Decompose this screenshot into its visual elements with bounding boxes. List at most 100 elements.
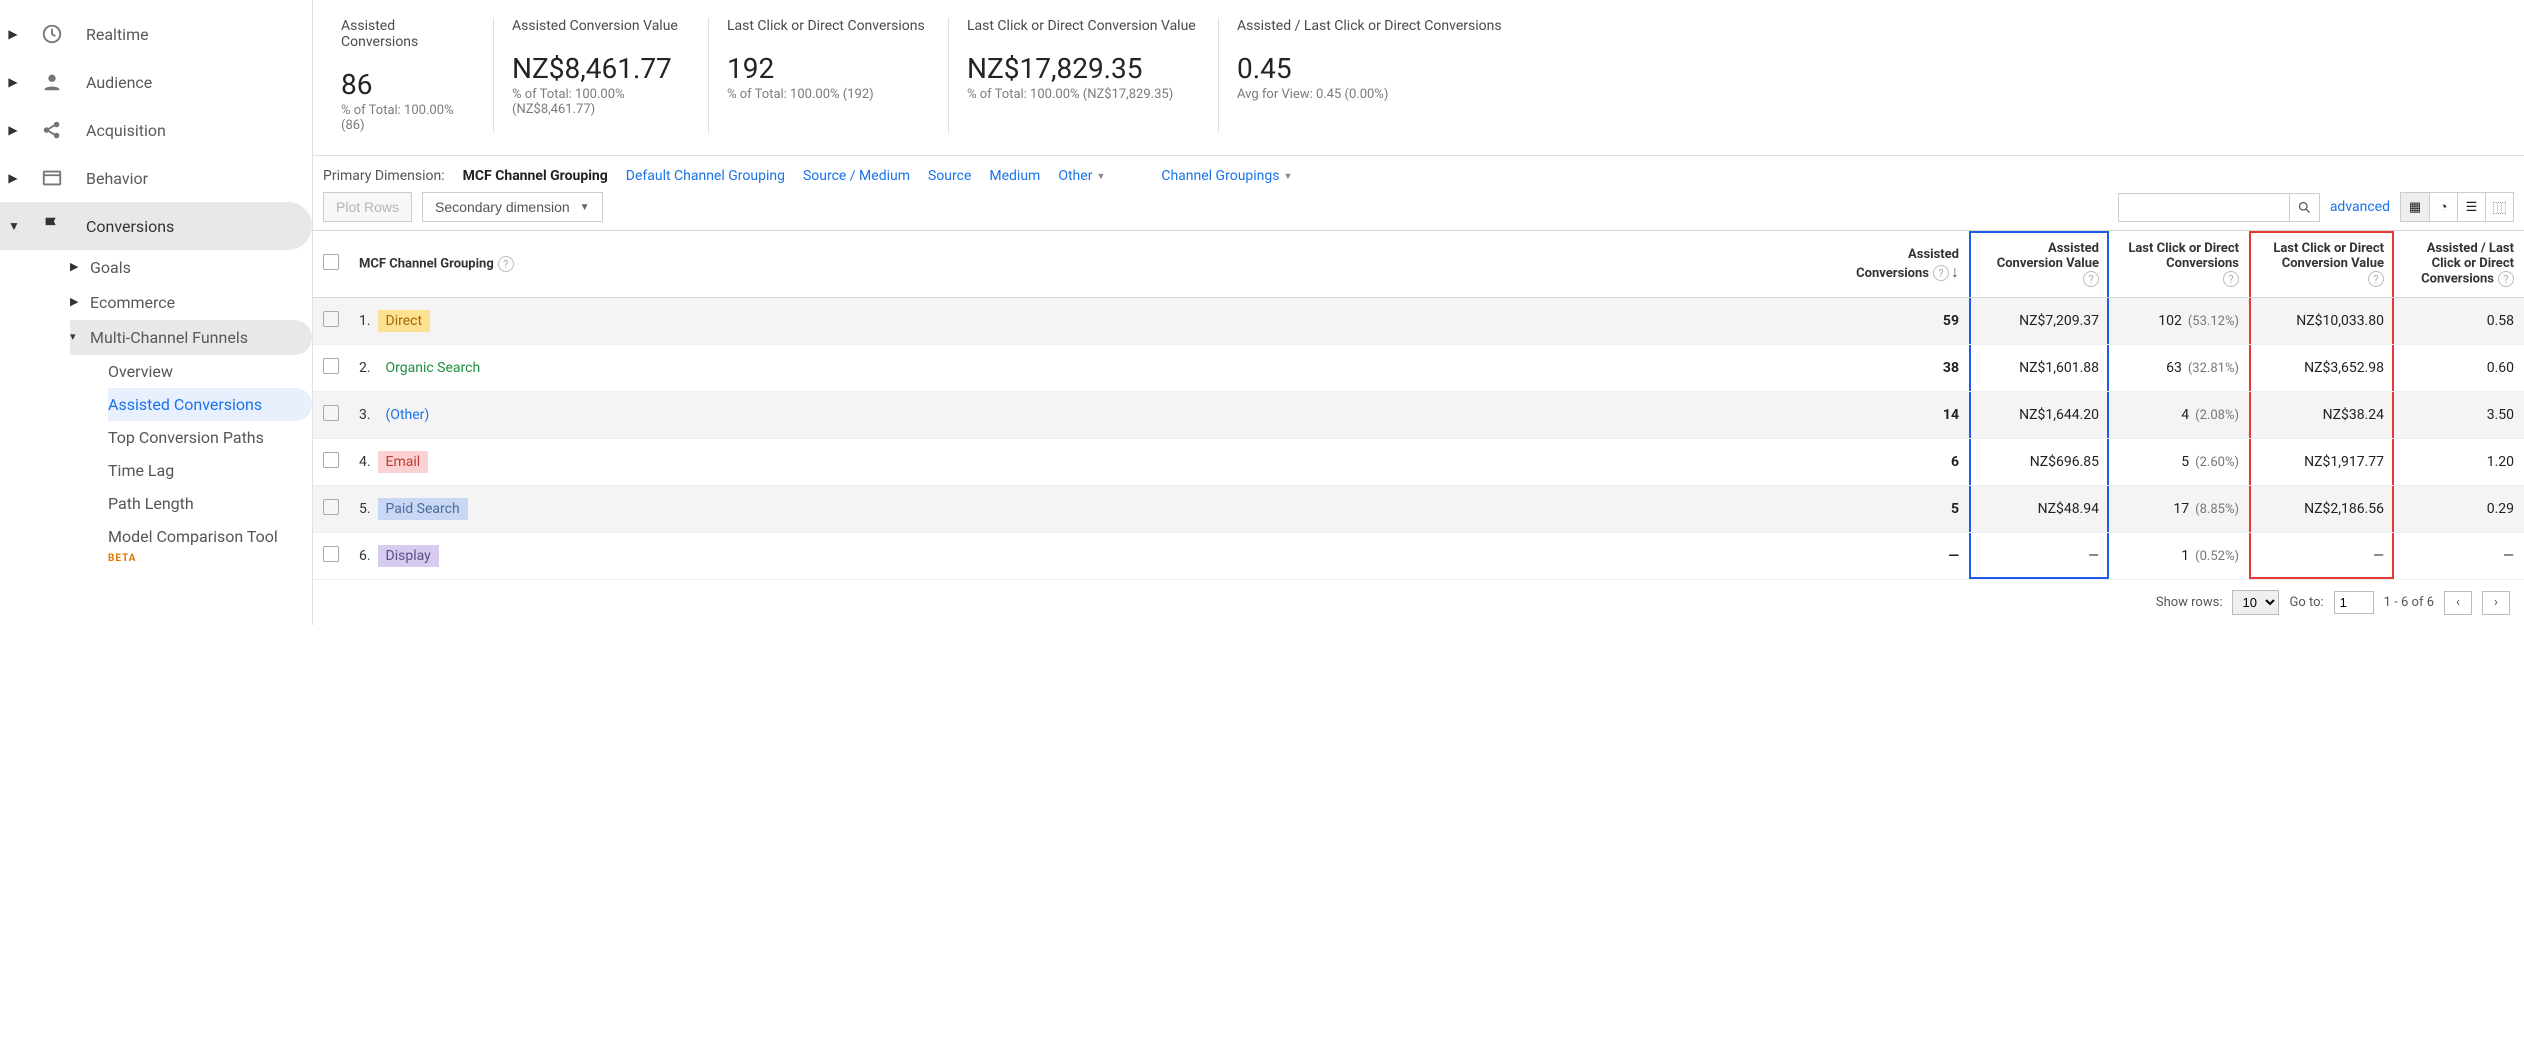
th-last-click[interactable]: Last Click or Direct Conversions? bbox=[2109, 231, 2249, 298]
dimension-bar: Primary Dimension: MCF Channel Grouping … bbox=[313, 156, 2524, 184]
cell-assisted-conversions: 38 bbox=[1824, 345, 1969, 392]
nav-acquisition[interactable]: ▶ Acquisition bbox=[0, 106, 312, 154]
nav-label: Realtime bbox=[86, 25, 149, 44]
channel-chip[interactable]: Direct bbox=[378, 310, 431, 332]
sc-title: Last Click or Direct Conversion Value bbox=[967, 18, 1200, 34]
cell-assisted-conversions: 59 bbox=[1824, 298, 1969, 345]
channel-chip[interactable]: (Other) bbox=[378, 404, 438, 426]
nav-label: Audience bbox=[86, 73, 152, 92]
cell-last-click-value: NZ$10,033.80 bbox=[2249, 298, 2394, 345]
help-icon[interactable]: ? bbox=[2223, 271, 2239, 287]
prev-page-button[interactable]: ‹ bbox=[2444, 591, 2472, 615]
flag-icon bbox=[40, 214, 64, 238]
nav-label: Behavior bbox=[86, 169, 148, 188]
search-input[interactable] bbox=[2119, 194, 2289, 221]
mcf-label: Assisted Conversions bbox=[108, 395, 262, 414]
pie-icon: ◔ bbox=[2440, 199, 2448, 215]
scorecard-last-click-value: Last Click or Direct Conversion Value NZ… bbox=[948, 18, 1218, 133]
plot-rows-button[interactable]: Plot Rows bbox=[323, 192, 412, 222]
caret-right-icon: ▶ bbox=[8, 123, 18, 137]
select-all-checkbox[interactable] bbox=[323, 254, 339, 270]
dim-default-channel[interactable]: Default Channel Grouping bbox=[626, 168, 785, 184]
dim-source[interactable]: Source bbox=[928, 168, 971, 184]
th-ratio[interactable]: Assisted / Last Click or Direct Conversi… bbox=[2394, 231, 2524, 298]
caret-right-icon: ▶ bbox=[8, 27, 18, 41]
cell-last-click: 17(8.85%) bbox=[2109, 486, 2249, 533]
scorecard-assisted-value: Assisted Conversion Value NZ$8,461.77 % … bbox=[493, 18, 708, 133]
browser-icon bbox=[40, 166, 64, 190]
mcf-time-lag[interactable]: Time Lag bbox=[108, 454, 312, 487]
dim-medium[interactable]: Medium bbox=[989, 168, 1040, 184]
th-assisted-conversions[interactable]: Assisted Conversions?↓ bbox=[1824, 231, 1969, 298]
nav-behavior[interactable]: ▶ Behavior bbox=[0, 154, 312, 202]
scorecard-last-click: Last Click or Direct Conversions 192 % o… bbox=[708, 18, 948, 133]
nav-audience[interactable]: ▶ Audience bbox=[0, 58, 312, 106]
secondary-dimension-button[interactable]: Secondary dimension ▼ bbox=[422, 192, 603, 222]
subnav-ecommerce[interactable]: ▶ Ecommerce bbox=[70, 285, 312, 320]
row-checkbox[interactable] bbox=[323, 358, 339, 374]
subnav-goals[interactable]: ▶ Goals bbox=[70, 250, 312, 285]
channel-chip[interactable]: Paid Search bbox=[378, 498, 468, 520]
channel-groupings-dropdown[interactable]: Channel Groupings▼ bbox=[1161, 168, 1292, 184]
cell-last-click-value: NZ$2,186.56 bbox=[2249, 486, 2394, 533]
search-button[interactable] bbox=[2289, 194, 2319, 221]
rows-select[interactable]: 10 bbox=[2232, 590, 2279, 615]
row-checkbox[interactable] bbox=[323, 311, 339, 327]
channel-chip[interactable]: Organic Search bbox=[378, 357, 489, 379]
mcf-path-length[interactable]: Path Length bbox=[108, 487, 312, 520]
dim-other-dropdown[interactable]: Other▼ bbox=[1058, 168, 1105, 184]
mcf-assisted-conversions[interactable]: Assisted Conversions bbox=[108, 388, 312, 421]
table-row: 4. Email6NZ$696.855(2.60%)NZ$1,917.771.2… bbox=[313, 439, 2524, 486]
view-pie-button[interactable]: ◔ bbox=[2429, 193, 2457, 221]
row-checkbox[interactable] bbox=[323, 405, 339, 421]
help-icon[interactable]: ? bbox=[2083, 271, 2099, 287]
caret-down-icon: ▼ bbox=[8, 219, 18, 233]
row-index: 3. bbox=[359, 407, 371, 423]
channel-chip[interactable]: Email bbox=[378, 451, 429, 473]
cell-assisted-value: NZ$1,601.88 bbox=[1969, 345, 2109, 392]
row-checkbox[interactable] bbox=[323, 452, 339, 468]
next-page-button[interactable]: › bbox=[2482, 591, 2510, 615]
row-checkbox[interactable] bbox=[323, 499, 339, 515]
help-icon[interactable]: ? bbox=[498, 256, 514, 272]
dim-source-medium[interactable]: Source / Medium bbox=[803, 168, 910, 184]
show-rows-label: Show rows: bbox=[2156, 595, 2223, 610]
goto-input[interactable] bbox=[2334, 591, 2374, 614]
subnav-mcf[interactable]: ▾ Multi-Channel Funnels bbox=[70, 320, 312, 355]
subnav-label: Ecommerce bbox=[90, 293, 175, 312]
help-icon[interactable]: ? bbox=[1933, 265, 1949, 281]
mcf-label: Model Comparison Tool bbox=[108, 527, 278, 546]
sc-value: 0.45 bbox=[1237, 34, 2496, 87]
row-checkbox[interactable] bbox=[323, 546, 339, 562]
help-icon[interactable]: ? bbox=[2498, 271, 2514, 287]
nav-conversions[interactable]: ▼ Conversions bbox=[0, 202, 312, 250]
mcf-overview[interactable]: Overview bbox=[108, 355, 312, 388]
mcf-top-paths[interactable]: Top Conversion Paths bbox=[108, 421, 312, 454]
th-label: Last Click or Direct Conversions bbox=[2128, 241, 2239, 271]
th-last-click-value[interactable]: Last Click or Direct Conversion Value? bbox=[2249, 231, 2394, 298]
help-icon[interactable]: ? bbox=[2368, 271, 2384, 287]
scorecard-ratio: Assisted / Last Click or Direct Conversi… bbox=[1218, 18, 2514, 133]
beta-badge: BETA bbox=[0, 553, 312, 564]
view-pivot-button[interactable]: ⿲ bbox=[2485, 193, 2513, 221]
scorecard-assisted-conversions: Assisted Conversions 86 % of Total: 100.… bbox=[323, 18, 493, 133]
th-channel[interactable]: MCF Channel Grouping? bbox=[349, 231, 1824, 298]
sort-descending-icon: ↓ bbox=[1949, 262, 1959, 281]
sc-value: 192 bbox=[727, 34, 930, 87]
secondary-dimension-label: Secondary dimension bbox=[435, 199, 570, 215]
th-assisted-value[interactable]: Assisted Conversion Value? bbox=[1969, 231, 2109, 298]
mcf-model-comparison[interactable]: Model Comparison Tool bbox=[108, 520, 312, 553]
goto-label: Go to: bbox=[2289, 595, 2323, 610]
primary-dim-selected[interactable]: MCF Channel Grouping bbox=[463, 168, 608, 184]
nav-realtime[interactable]: ▶ Realtime bbox=[0, 10, 312, 58]
cell-last-click: 102(53.12%) bbox=[2109, 298, 2249, 345]
cell-last-click: 5(2.60%) bbox=[2109, 439, 2249, 486]
row-index: 5. bbox=[359, 501, 371, 517]
view-bars-button[interactable]: ☰ bbox=[2457, 193, 2485, 221]
view-table-button[interactable]: ▦ bbox=[2401, 193, 2429, 221]
caret-right-icon: ▶ bbox=[70, 295, 78, 308]
channel-chip[interactable]: Display bbox=[378, 545, 439, 567]
table-row: 5. Paid Search5NZ$48.9417(8.85%)NZ$2,186… bbox=[313, 486, 2524, 533]
advanced-link[interactable]: advanced bbox=[2330, 199, 2390, 215]
cell-assisted-value: NZ$7,209.37 bbox=[1969, 298, 2109, 345]
